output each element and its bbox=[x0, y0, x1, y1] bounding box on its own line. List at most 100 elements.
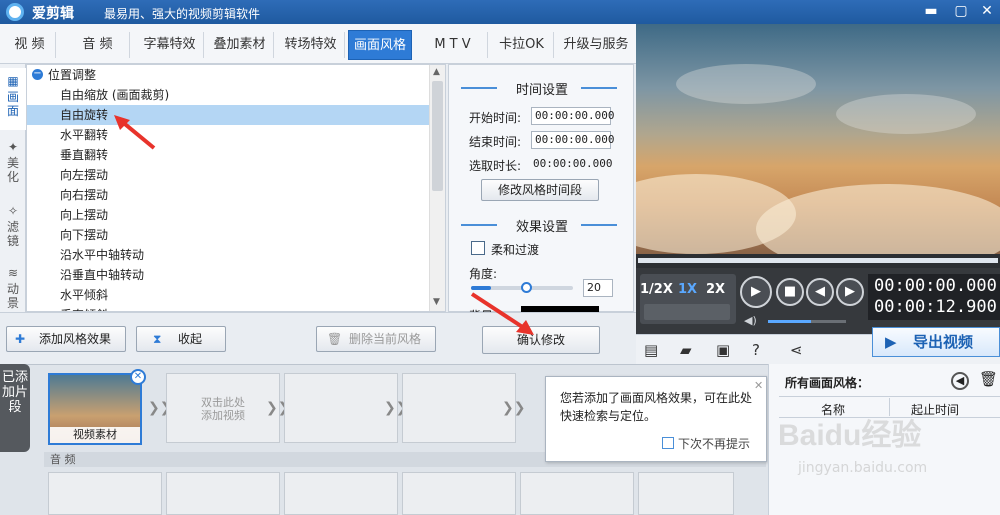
volume-slider[interactable] bbox=[768, 320, 846, 323]
duration-value: 00:00:00.000 bbox=[533, 157, 613, 170]
tree-item[interactable]: 向下摆动 bbox=[27, 225, 430, 245]
save-icon[interactable]: ▣ bbox=[716, 341, 730, 359]
vtab-beautify[interactable]: ✦ 美化 bbox=[0, 134, 26, 194]
tab-upgrade-services[interactable]: 升级与服务 bbox=[558, 32, 634, 58]
clip-label: 视频素材 bbox=[50, 427, 140, 443]
trash-icon[interactable]: 🗑 bbox=[979, 370, 998, 388]
vtab-picture[interactable]: ▦ 画面 bbox=[0, 68, 26, 130]
app-slogan: 最易用、强大的视频剪辑软件 bbox=[104, 7, 261, 21]
add-video-slot[interactable]: 双击此处 添加视频 bbox=[166, 373, 280, 443]
tab-subtitle-effects[interactable]: 字幕特效 bbox=[136, 32, 204, 58]
tree-item[interactable]: 沿水平中轴转动 bbox=[27, 245, 430, 265]
open-folder-icon[interactable]: ▰ bbox=[680, 341, 692, 359]
speed-1x[interactable]: 1X bbox=[678, 282, 697, 297]
volume-fill bbox=[768, 320, 811, 323]
app-logo-icon bbox=[6, 3, 24, 21]
tab-karaoke[interactable]: 卡拉OK bbox=[490, 32, 554, 58]
tree-item[interactable]: 沿垂直中轴转动 bbox=[27, 265, 430, 285]
add-style-effect-button[interactable]: ✚ 添加风格效果 bbox=[6, 326, 126, 352]
angle-value-input[interactable]: 20 bbox=[583, 279, 613, 297]
cloud-shape bbox=[676, 64, 816, 104]
delete-current-style-button[interactable]: 🗑 删除当前风格 bbox=[316, 326, 436, 352]
tree-item[interactable]: 向上摆动 bbox=[27, 205, 430, 225]
new-project-icon[interactable]: ▤ bbox=[644, 341, 658, 359]
remove-clip-icon[interactable]: ✕ bbox=[130, 369, 146, 385]
total-time: 00:00:12.900 bbox=[874, 297, 997, 317]
audio-slot[interactable] bbox=[166, 472, 280, 515]
vtab-dynamic-label: 动景 bbox=[6, 282, 19, 310]
tree-item[interactable]: 向右摆动 bbox=[27, 185, 430, 205]
prev-frame-icon[interactable]: ◀ bbox=[806, 278, 834, 306]
jog-wheel[interactable] bbox=[644, 304, 730, 320]
style-tree-list: − 位置调整 自由缩放 (画面裁剪) 自由旋转 水平翻转 垂直翻转 向左摆动 向右摆动 向上… bbox=[26, 64, 446, 312]
audio-slot[interactable] bbox=[48, 472, 162, 515]
tree-scrollbar[interactable]: ▲ ▼ bbox=[429, 65, 445, 311]
player-controls: 1/2X 1X 2X ▶ ■ ◀ ▶ ◀) 00:00:00.000 00:00… bbox=[636, 268, 1000, 334]
tab-transition-effects[interactable]: 转场特效 bbox=[277, 32, 345, 58]
title-bar: 爱剪辑 最易用、强大的视频剪辑软件 ▬ ▢ ✕ bbox=[0, 0, 1000, 24]
angle-label: 角度: bbox=[469, 267, 498, 281]
tree-item[interactable]: 自由缩放 (画面裁剪) bbox=[27, 85, 430, 105]
scroll-up-arrow-icon[interactable]: ▲ bbox=[433, 67, 440, 77]
annotation-arrow-1 bbox=[114, 115, 156, 150]
dont-show-checkbox[interactable] bbox=[662, 437, 674, 449]
progress-track[interactable] bbox=[638, 258, 998, 263]
tree-item[interactable]: 水平倾斜 bbox=[27, 285, 430, 305]
filter-wand-icon: ✧ bbox=[7, 204, 19, 218]
empty-clip-slot[interactable] bbox=[284, 373, 398, 443]
play-icon[interactable]: ▶ bbox=[740, 276, 772, 308]
vtab-dynamic-scene[interactable]: ≋ 动景 bbox=[0, 260, 26, 320]
film-icon: ▦ bbox=[7, 74, 19, 88]
annotation-arrow-2 bbox=[470, 292, 534, 335]
audio-slot[interactable] bbox=[520, 472, 634, 515]
empty-clip-slot[interactable] bbox=[402, 373, 516, 443]
volume-icon[interactable]: ◀) bbox=[744, 314, 757, 327]
tree-item[interactable]: 自由旋转 bbox=[27, 105, 430, 125]
share-icon[interactable]: ⋖ bbox=[790, 341, 803, 359]
stop-icon[interactable]: ■ bbox=[776, 278, 804, 306]
cloud-shape bbox=[836, 94, 976, 134]
tree-item[interactable]: 垂直倾斜 bbox=[27, 305, 430, 311]
tree-item[interactable]: 向左摆动 bbox=[27, 165, 430, 185]
audio-slot[interactable] bbox=[638, 472, 734, 515]
transition-arrow-icon[interactable]: ❯❯ bbox=[502, 400, 525, 416]
audio-slot[interactable] bbox=[284, 472, 398, 515]
speed-2x[interactable]: 2X bbox=[706, 282, 725, 297]
clip-thumbnail[interactable]: 视频素材 bbox=[48, 373, 142, 445]
tip-close-icon[interactable]: ✕ bbox=[754, 379, 763, 392]
collapse-button[interactable]: ⧗ 收起 bbox=[136, 326, 226, 352]
current-time: 00:00:00.000 bbox=[874, 276, 997, 296]
next-frame-icon[interactable]: ▶ bbox=[836, 278, 864, 306]
minimize-button[interactable]: ▬ bbox=[914, 0, 948, 24]
tree-scroll-thumb[interactable] bbox=[432, 81, 443, 191]
magic-wand-add-icon: ✚ bbox=[15, 332, 26, 346]
tab-video[interactable]: 视 频 bbox=[4, 32, 56, 58]
divider bbox=[581, 224, 617, 226]
tree-item[interactable]: 垂直翻转 bbox=[27, 145, 430, 165]
playback-progress-bar[interactable] bbox=[636, 254, 1000, 268]
vtab-filter[interactable]: ✧ 滤镜 bbox=[0, 198, 26, 258]
dont-show-label: 下次不再提示 bbox=[678, 437, 751, 451]
tree-group-label[interactable]: 位置调整 bbox=[48, 66, 96, 84]
export-video-button[interactable]: ▶ 导出视频 bbox=[872, 327, 1000, 357]
audio-slot[interactable] bbox=[402, 472, 516, 515]
vtab-beautify-label: 美化 bbox=[6, 156, 19, 184]
tab-picture-style[interactable]: 画面风格 bbox=[348, 30, 412, 60]
settings-panel: 时间设置 开始时间: 00:00:00.000 结束时间: 00:00:00.0… bbox=[448, 64, 634, 313]
tab-audio[interactable]: 音 频 bbox=[66, 32, 130, 58]
locate-icon[interactable]: ◀ bbox=[951, 372, 969, 390]
modify-style-time-button[interactable]: 修改风格时间段 bbox=[481, 179, 599, 201]
close-button[interactable]: ✕ bbox=[970, 0, 1000, 24]
delete-style-label: 删除当前风格 bbox=[348, 332, 421, 346]
tab-mtv[interactable]: M T V bbox=[418, 32, 488, 58]
tab-overlay-material[interactable]: 叠加素材 bbox=[206, 32, 274, 58]
divider bbox=[581, 87, 617, 89]
end-time-input[interactable]: 00:00:00.000 bbox=[531, 131, 614, 149]
scroll-down-arrow-icon[interactable]: ▼ bbox=[433, 297, 440, 307]
collapse-minus-icon[interactable]: − bbox=[32, 69, 43, 80]
speed-half[interactable]: 1/2X bbox=[640, 282, 673, 297]
help-icon[interactable]: ? bbox=[752, 341, 760, 359]
tree-item[interactable]: 水平翻转 bbox=[27, 125, 430, 145]
soft-transition-checkbox[interactable] bbox=[471, 241, 485, 255]
start-time-input[interactable]: 00:00:00.000 bbox=[531, 107, 614, 125]
